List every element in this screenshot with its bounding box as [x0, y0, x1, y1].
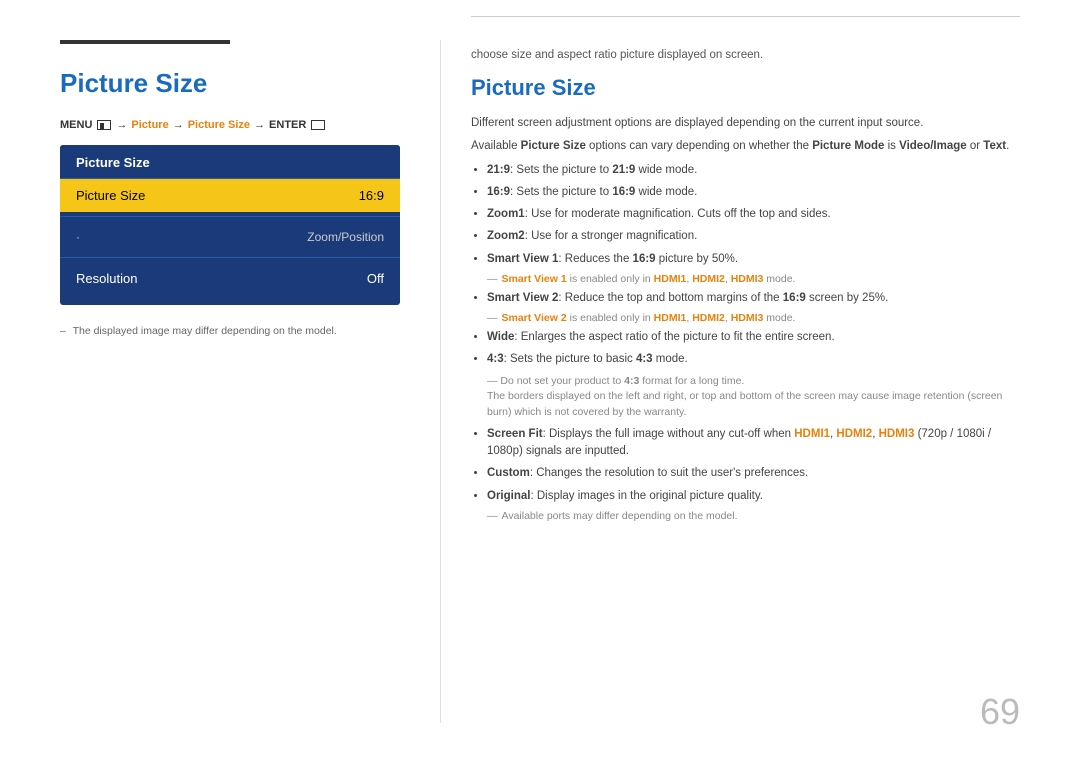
- bullet-list-4: Screen Fit: Displays the full image with…: [487, 426, 1020, 505]
- bullet-219: 21:9: Sets the picture to 21:9 wide mode…: [487, 162, 1020, 179]
- subnote-smartview1: — Smart View 1 is enabled only in HDMI1,…: [487, 273, 1020, 285]
- desc2: Available Picture Size options can vary …: [471, 138, 1020, 155]
- menu-divider-1: [60, 216, 400, 217]
- desc2-bold4: Text: [983, 140, 1006, 152]
- desc2-bold: Picture Size: [521, 140, 586, 152]
- picture-link: Picture: [131, 119, 168, 131]
- arrow1: →: [116, 119, 127, 131]
- menu-box-title: Picture Size: [60, 145, 400, 179]
- page-title-left: Picture Size: [60, 68, 400, 99]
- bullet-original: Original: Display images in the original…: [487, 488, 1020, 505]
- menu-word: MENU: [60, 119, 92, 131]
- bullet-wide: Wide: Enlarges the aspect ratio of the p…: [487, 329, 1020, 346]
- menu-item-resolution-label: Resolution: [76, 271, 137, 286]
- menu-item-picture-size-label: Picture Size: [76, 188, 145, 203]
- bullet-169: 16:9: Sets the picture to 16:9 wide mode…: [487, 184, 1020, 201]
- left-column: Picture Size MENU → Picture → Picture Si…: [60, 40, 440, 723]
- bullet-smartview2: Smart View 2: Reduce the top and bottom …: [487, 290, 1020, 307]
- bullet-list-3: Wide: Enlarges the aspect ratio of the p…: [487, 329, 1020, 369]
- zoom-bullet: ·: [76, 230, 80, 244]
- menu-item-picture-size[interactable]: Picture Size 16:9: [60, 179, 400, 212]
- menu-item-resolution[interactable]: Resolution Off: [60, 262, 400, 295]
- section-title-right: Picture Size: [471, 75, 1020, 101]
- desc2-bold3: Video/Image: [899, 140, 967, 152]
- menu-item-picture-size-value: 16:9: [359, 188, 384, 203]
- enter-word: ENTER: [269, 119, 306, 131]
- bullet-zoom1: Zoom1: Use for moderate magnification. C…: [487, 206, 1020, 223]
- page-container: Picture Size MENU → Picture → Picture Si…: [0, 0, 1080, 763]
- menu-item-zoom-label: Zoom/Position: [307, 230, 384, 244]
- page-number: 69: [980, 691, 1020, 733]
- bullet-screenfit: Screen Fit: Displays the full image with…: [487, 426, 1020, 461]
- menu-icon: [97, 120, 111, 130]
- subnote-original: — Available ports may differ depending o…: [487, 510, 1020, 522]
- menu-path: MENU → Picture → Picture Size → ENTER: [60, 119, 400, 131]
- desc2-mid2: is: [884, 140, 899, 152]
- desc1: Different screen adjustment options are …: [471, 115, 1020, 132]
- subnote-smartview2: — Smart View 2 is enabled only in HDMI1,…: [487, 312, 1020, 324]
- bullet-zoom2: Zoom2: Use for a stronger magnification.: [487, 228, 1020, 245]
- desc2-bold2: Picture Mode: [812, 140, 884, 152]
- menu-item-resolution-value: Off: [367, 271, 384, 286]
- bullet-list: 21:9: Sets the picture to 21:9 wide mode…: [487, 162, 1020, 268]
- arrow3: →: [254, 119, 265, 131]
- warning-43: — Do not set your product to 4:3 format …: [487, 374, 1020, 421]
- menu-box: Picture Size Picture Size 16:9 · Zoom/Po…: [60, 145, 400, 305]
- arrow2: →: [173, 119, 184, 131]
- bullet-list-2: Smart View 2: Reduce the top and bottom …: [487, 290, 1020, 307]
- bullet-custom: Custom: Changes the resolution to suit t…: [487, 465, 1020, 482]
- top-bar-left: [60, 40, 230, 44]
- desc2-mid: options can vary depending on whether th…: [586, 140, 812, 152]
- enter-icon: [311, 120, 325, 130]
- desc2-mid3: or: [967, 140, 984, 152]
- menu-item-zoom[interactable]: · Zoom/Position: [60, 221, 400, 253]
- bullet-smartview1: Smart View 1: Reduces the 16:9 picture b…: [487, 251, 1020, 268]
- intro-text: choose size and aspect ratio picture dis…: [471, 49, 1020, 61]
- right-column: choose size and aspect ratio picture dis…: [440, 40, 1020, 723]
- picture-size-link: Picture Size: [188, 119, 250, 131]
- bullet-43: 4:3: Sets the picture to basic 4:3 mode.: [487, 351, 1020, 368]
- menu-divider-2: [60, 257, 400, 258]
- desc2-end: .: [1006, 140, 1009, 152]
- note-text: – The displayed image may differ dependi…: [60, 325, 400, 337]
- top-bar-right: [471, 16, 1020, 17]
- desc2-pre: Available: [471, 140, 521, 152]
